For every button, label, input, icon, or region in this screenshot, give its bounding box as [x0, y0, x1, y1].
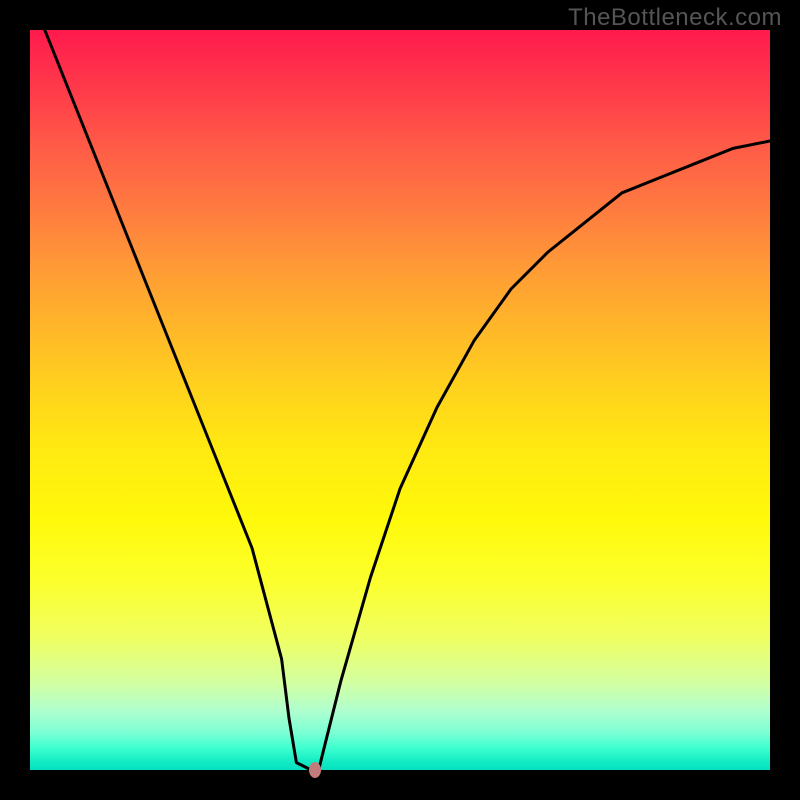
series-curve — [45, 30, 770, 770]
watermark-text: TheBottleneck.com — [568, 4, 782, 32]
curve-svg — [30, 30, 770, 770]
highlight-marker — [309, 762, 321, 778]
plot-area — [30, 30, 770, 770]
chart-frame: TheBottleneck.com — [0, 0, 800, 800]
